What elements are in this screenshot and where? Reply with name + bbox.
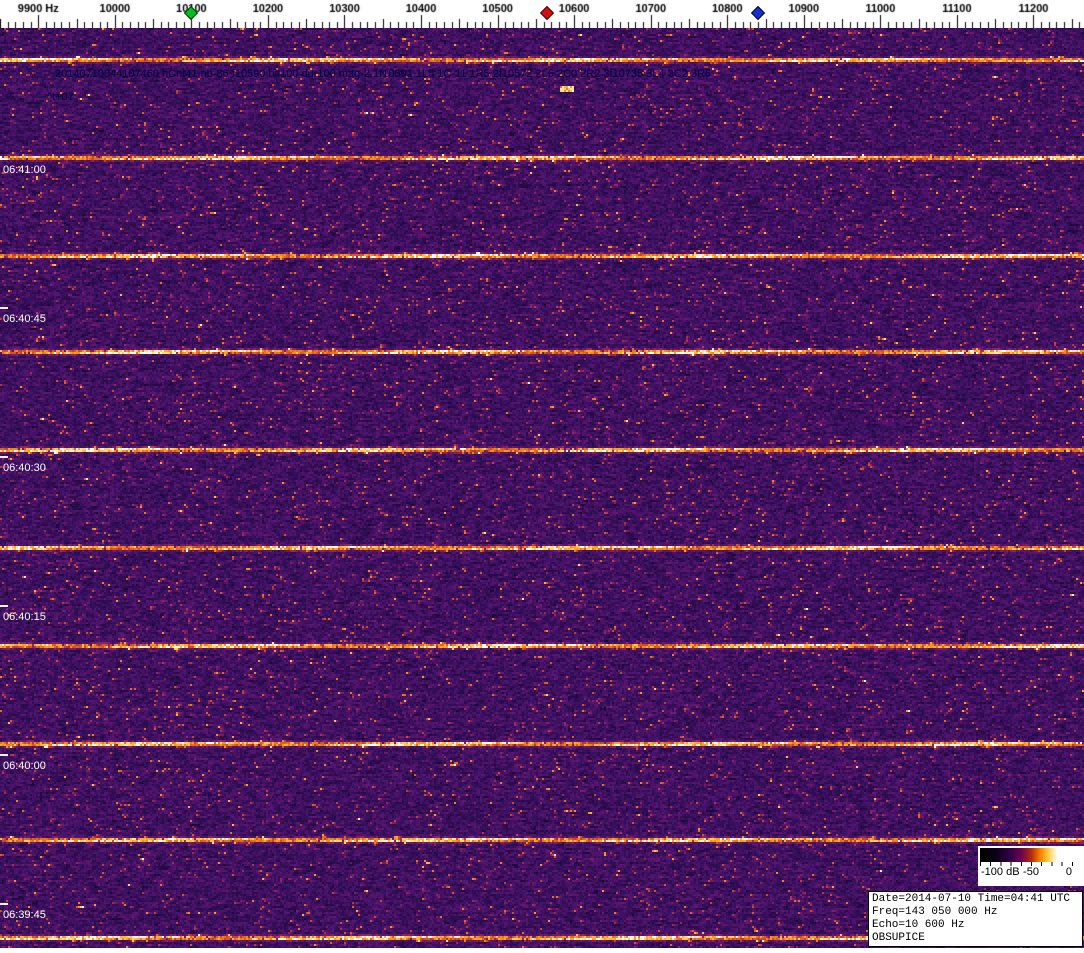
detection-header-text: 20140710044107460 hCnt41 nb-86 f10590 hi… [55, 68, 712, 80]
time-label: 06:40:45 [3, 313, 46, 325]
time-label: 06:40:15 [3, 611, 46, 623]
meteor-radio-spectrogram-screen: 20140710044107460 hCnt41 nb-86 f10590 hi… [0, 0, 1084, 953]
time-tick [0, 754, 8, 756]
info-station-line: OBSUPICE [872, 932, 925, 944]
scale-max-label: 0 [1065, 866, 1072, 878]
info-echo-line: Echo=10 600 Hz [872, 919, 965, 931]
time-label: 06:39:45 [3, 909, 46, 921]
spectrogram-display: 20140710044107460 hCnt41 nb-86 f10590 hi… [0, 28, 1084, 948]
info-freq-line: Freq=143 050 000 Hz [872, 906, 998, 918]
time-tick [0, 307, 8, 309]
color-scale-gradient [980, 848, 1082, 862]
time-label: 06:40:30 [3, 462, 46, 474]
time-label: 06:41:00 [3, 164, 46, 176]
frequency-ruler [0, 0, 1084, 28]
time-tick [0, 158, 8, 160]
info-date-line: Date=2014-07-10 Time=04:41 UTC [872, 893, 1071, 905]
time-tick [0, 605, 8, 607]
scale-min-label: -100 dB [981, 866, 1020, 878]
color-scale-labels: -100 dB -50 0 [978, 866, 1084, 880]
time-tick [0, 456, 8, 458]
detection-flag-text: ^t+07 [47, 91, 74, 103]
time-tick [0, 903, 8, 905]
spectrogram-canvas [0, 28, 1084, 948]
color-scale: -100 dB -50 0 [978, 846, 1084, 886]
info-box: Date=2014-07-10 Time=04:41 UTC Freq=143 … [868, 891, 1083, 947]
time-label: 06:40:00 [3, 760, 46, 772]
scale-mid-label: -50 [1023, 866, 1039, 878]
